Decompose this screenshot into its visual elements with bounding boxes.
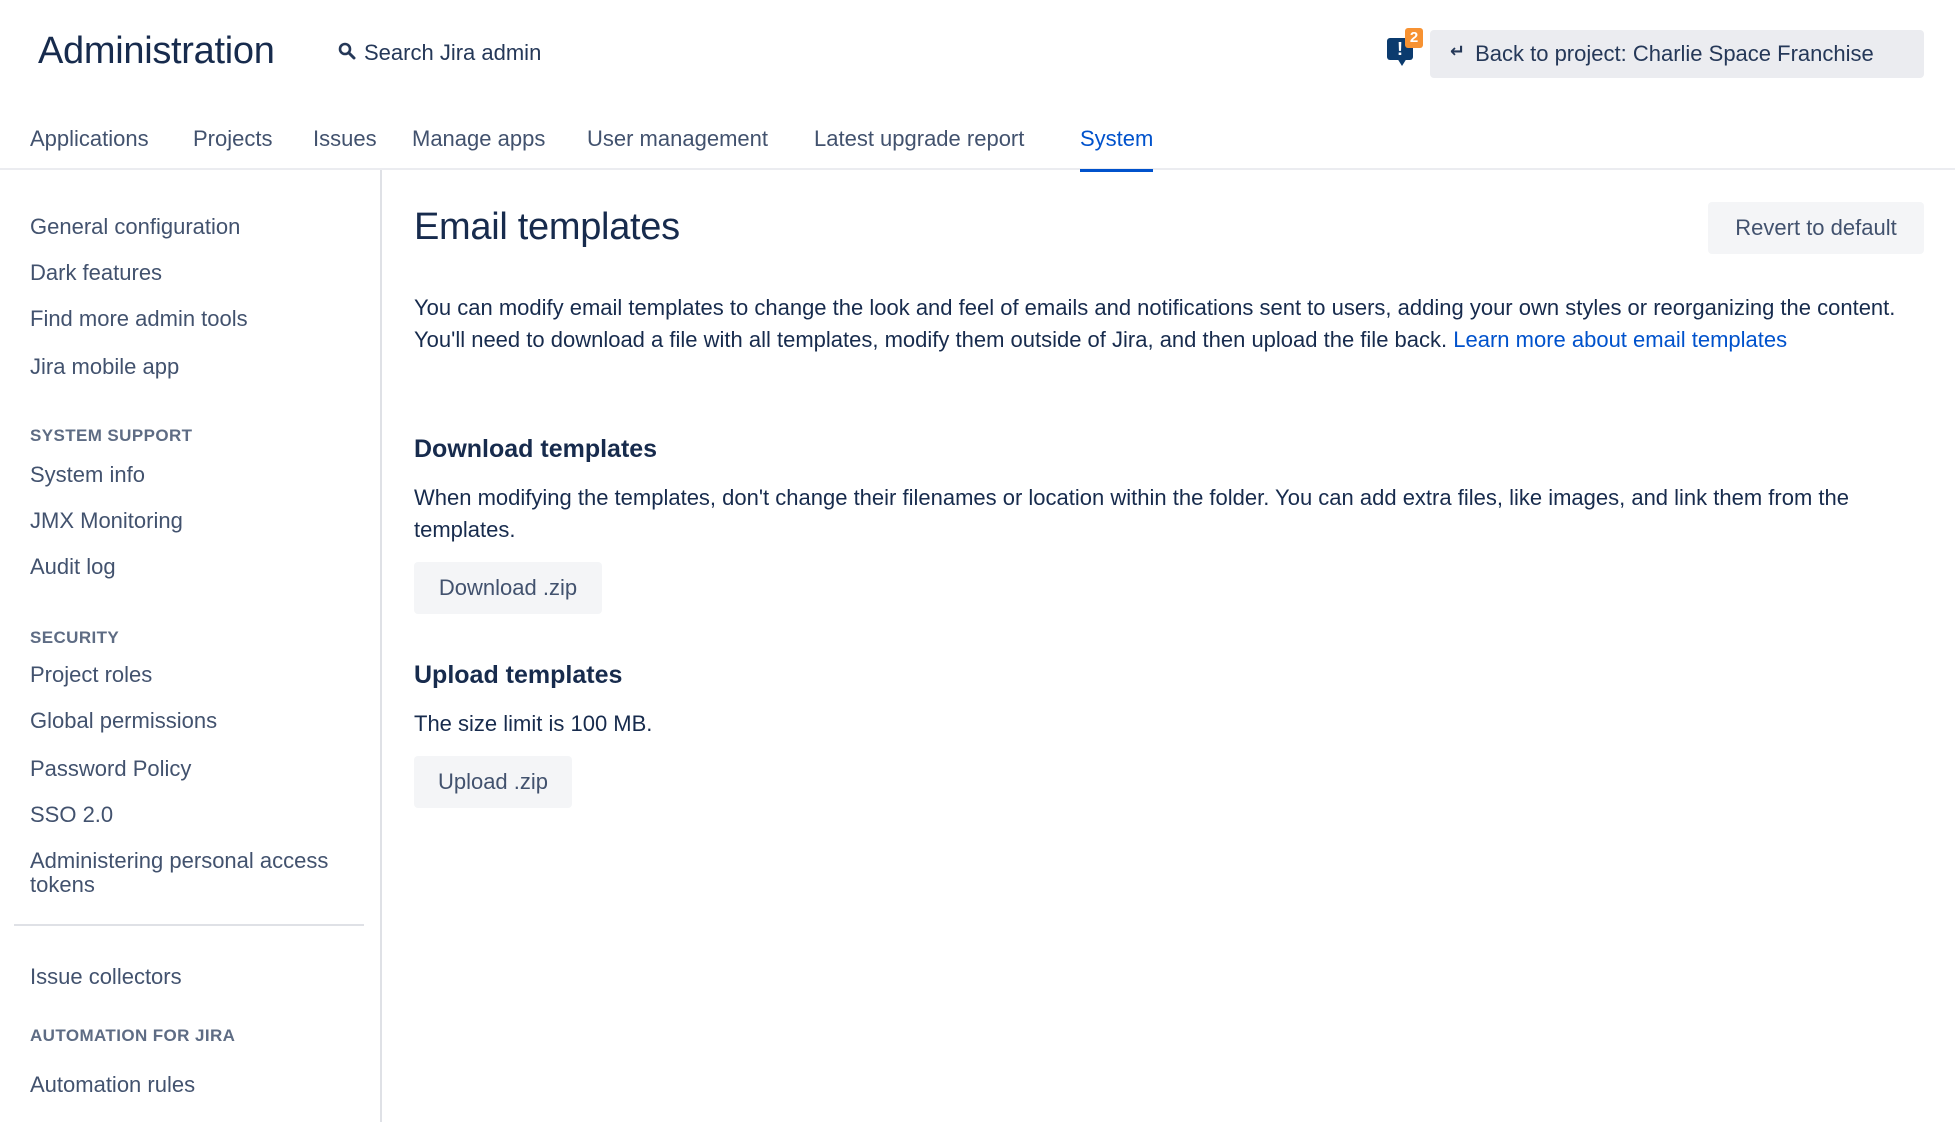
search-icon [338,40,356,66]
search-label: Search Jira admin [364,40,542,65]
sidebar-item-audit-log[interactable]: Audit log [30,555,116,579]
admin-tabs: Applications Projects Issues Manage apps… [0,108,1955,172]
sidebar-item-issue-collectors[interactable]: Issue collectors [30,965,182,989]
header: Administration Search Jira admin ! 2 ↵ B… [0,0,1955,108]
tab-manage-apps[interactable]: Manage apps [412,126,545,170]
revert-to-default-button[interactable]: Revert to default [1708,202,1924,254]
download-zip-button[interactable]: Download .zip [414,562,602,614]
learn-more-link[interactable]: Learn more about email templates [1453,327,1787,352]
tab-issues[interactable]: Issues [313,126,377,170]
tab-user-management[interactable]: User management [587,126,768,170]
sidebar-item-dark-features[interactable]: Dark features [30,261,162,285]
upload-section-title: Upload templates [414,661,623,689]
tab-latest-upgrade-report[interactable]: Latest upgrade report [814,126,1024,170]
back-to-project-button[interactable]: ↵ Back to project: Charlie Space Franchi… [1430,30,1924,78]
search-admin-button[interactable]: Search Jira admin [338,40,541,66]
sidebar-item-general-configuration[interactable]: General configuration [30,215,240,239]
sidebar-item-personal-access-tokens[interactable]: Administering personal access tokens [30,849,330,897]
sidebar-item-project-roles[interactable]: Project roles [30,663,152,687]
sidebar-heading-security: SECURITY [30,628,120,647]
sidebar-heading-system-support: SYSTEM SUPPORT [30,426,193,445]
sidebar-item-find-more-admin-tools[interactable]: Find more admin tools [30,307,248,331]
page-title: Email templates [414,206,680,248]
tab-projects[interactable]: Projects [193,126,272,170]
sidebar-item-jmx-monitoring[interactable]: JMX Monitoring [30,509,183,533]
feedback-count-badge: 2 [1405,28,1423,48]
sidebar-item-system-info[interactable]: System info [30,463,145,487]
tab-system[interactable]: System [1080,126,1154,172]
admin-title: Administration [38,30,275,72]
upload-section-text: The size limit is 100 MB. [414,711,653,736]
feedback-button[interactable]: ! 2 [1385,28,1425,68]
upload-zip-button[interactable]: Upload .zip [414,756,572,808]
download-section-text: When modifying the templates, don't chan… [414,485,1849,542]
sidebar: General configuration Dark features Find… [0,170,382,1122]
sidebar-item-jira-mobile-app[interactable]: Jira mobile app [30,355,179,379]
admin-page: Administration Search Jira admin ! 2 ↵ B… [0,0,1955,1122]
download-section-title: Download templates [414,435,658,463]
tab-applications[interactable]: Applications [30,126,149,170]
main-content: Email templates Revert to default You ca… [414,170,1924,1122]
sidebar-divider [14,924,364,926]
sidebar-item-sso[interactable]: SSO 2.0 [30,803,113,827]
sidebar-heading-automation: AUTOMATION FOR JIRA [30,1026,236,1045]
sidebar-item-automation-rules[interactable]: Automation rules [30,1073,195,1097]
sidebar-item-global-permissions[interactable]: Global permissions [30,709,217,733]
back-to-project-label: Back to project: Charlie Space Franchise [1475,41,1874,66]
return-arrow-icon: ↵ [1450,40,1466,61]
sidebar-item-password-policy[interactable]: Password Policy [30,757,191,781]
intro-paragraph: You can modify email templates to change… [414,292,1924,356]
